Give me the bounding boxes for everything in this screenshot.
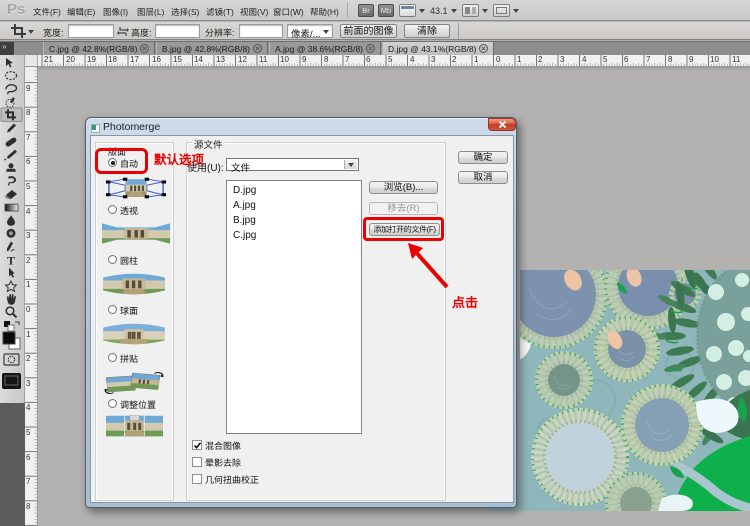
svg-text:T: T [7,254,15,268]
